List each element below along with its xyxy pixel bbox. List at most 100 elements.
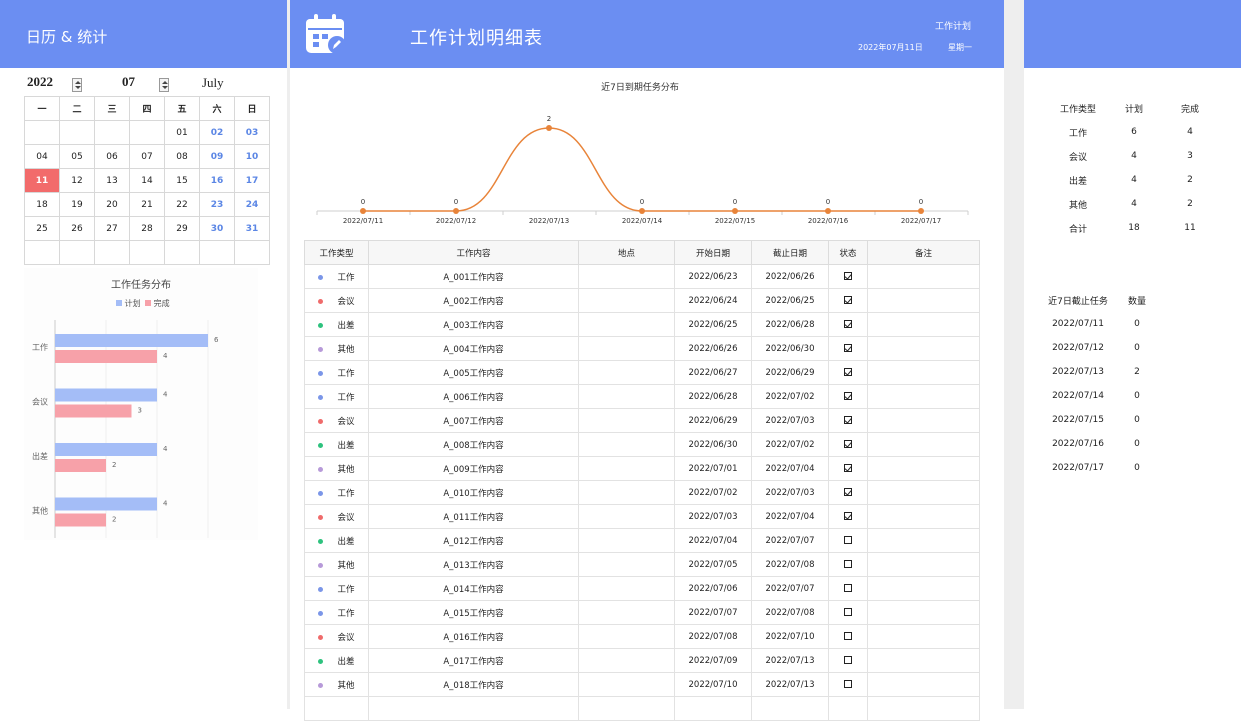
calendar-day[interactable]: 03 [234, 120, 270, 145]
status-checkbox[interactable] [844, 488, 852, 496]
calendar-day[interactable]: 20 [94, 192, 130, 217]
status-checkbox[interactable] [844, 680, 852, 688]
status-checkbox[interactable] [844, 656, 852, 664]
status-cell [828, 624, 868, 649]
calendar-day[interactable]: 15 [164, 168, 200, 193]
status-checkbox[interactable] [844, 632, 852, 640]
note-cell[interactable] [867, 264, 980, 289]
calendar-day[interactable]: 22 [164, 192, 200, 217]
calendar-day[interactable]: 14 [129, 168, 165, 193]
calendar-day[interactable]: 13 [94, 168, 130, 193]
calendar-day[interactable]: 24 [234, 192, 270, 217]
table-row[interactable]: 会议 A_007工作内容 2022/06/29 2022/07/03 [304, 408, 980, 433]
note-cell[interactable] [867, 600, 980, 625]
table-row[interactable]: 出差 A_017工作内容 2022/07/09 2022/07/13 [304, 648, 980, 673]
table-row[interactable]: 其他 A_013工作内容 2022/07/05 2022/07/08 [304, 552, 980, 577]
table-row[interactable]: 工作 A_006工作内容 2022/06/28 2022/07/02 [304, 384, 980, 409]
calendar-day[interactable]: 28 [129, 216, 165, 241]
stats-cell: 会议 [1068, 152, 1087, 163]
type-dot-icon [318, 490, 324, 496]
calendar-day[interactable]: 05 [59, 144, 95, 169]
status-checkbox[interactable] [844, 416, 852, 424]
calendar-day[interactable]: 09 [199, 144, 235, 169]
calendar-day[interactable]: 10 [234, 144, 270, 169]
table-row[interactable]: 工作 A_015工作内容 2022/07/07 2022/07/08 [304, 600, 980, 625]
calendar-day[interactable]: 16 [199, 168, 235, 193]
calendar-day[interactable]: 11 [24, 168, 60, 193]
calendar-day[interactable]: 18 [24, 192, 60, 217]
table-row[interactable]: 会议 A_016工作内容 2022/07/08 2022/07/10 [304, 624, 980, 649]
note-cell[interactable] [867, 312, 980, 337]
table-row[interactable]: 出差 A_003工作内容 2022/06/25 2022/06/28 [304, 312, 980, 337]
status-checkbox[interactable] [844, 512, 852, 520]
note-cell[interactable] [867, 336, 980, 361]
status-checkbox[interactable] [844, 584, 852, 592]
month-spinner[interactable] [159, 77, 170, 92]
note-cell[interactable] [867, 384, 980, 409]
table-row[interactable]: 其他 A_004工作内容 2022/06/26 2022/06/30 [304, 336, 980, 361]
note-cell[interactable] [867, 528, 980, 553]
calendar-day[interactable]: 31 [234, 216, 270, 241]
note-cell[interactable] [867, 360, 980, 385]
calendar-grid: 一二三四五六日 01 02 03 04 05 06 07 08 09 10 11 12 13 14 15 16 1… [24, 96, 270, 265]
table-row[interactable]: 工作 A_010工作内容 2022/07/02 2022/07/03 [304, 480, 980, 505]
calendar-day[interactable]: 07 [129, 144, 165, 169]
status-checkbox[interactable] [844, 368, 852, 376]
column-header: 工作内容 [368, 240, 579, 265]
status-checkbox[interactable] [844, 536, 852, 544]
calendar-day[interactable]: 08 [164, 144, 200, 169]
calendar-day[interactable]: 17 [234, 168, 270, 193]
status-checkbox[interactable] [844, 296, 852, 304]
note-cell[interactable] [867, 432, 980, 457]
calendar-day[interactable]: 01 [164, 120, 200, 145]
status-checkbox[interactable] [844, 272, 852, 280]
calendar-empty-cell [199, 240, 235, 265]
year-value: 2022 [27, 74, 53, 89]
status-checkbox[interactable] [844, 440, 852, 448]
calendar-day[interactable]: 29 [164, 216, 200, 241]
calendar-day[interactable]: 25 [24, 216, 60, 241]
calendar-day[interactable]: 02 [199, 120, 235, 145]
table-row[interactable]: 出差 A_012工作内容 2022/07/04 2022/07/07 [304, 528, 980, 553]
status-cell [828, 552, 868, 577]
status-checkbox[interactable] [844, 464, 852, 472]
type-dot-icon [318, 370, 324, 376]
status-checkbox[interactable] [844, 344, 852, 352]
end-date-cell: 2022/07/13 [751, 648, 829, 673]
table-row[interactable]: 其他 A_009工作内容 2022/07/01 2022/07/04 [304, 456, 980, 481]
note-cell[interactable] [867, 576, 980, 601]
table-row[interactable]: 其他 A_018工作内容 2022/07/10 2022/07/13 [304, 672, 980, 697]
note-cell[interactable] [867, 648, 980, 673]
table-row[interactable]: 工作 A_005工作内容 2022/06/27 2022/06/29 [304, 360, 980, 385]
table-row[interactable]: 会议 A_011工作内容 2022/07/03 2022/07/04 [304, 504, 980, 529]
calendar-day[interactable]: 26 [59, 216, 95, 241]
calendar-day[interactable]: 04 [24, 144, 60, 169]
table-row[interactable]: 工作 A_014工作内容 2022/07/06 2022/07/07 [304, 576, 980, 601]
calendar-day[interactable]: 30 [199, 216, 235, 241]
note-cell[interactable] [867, 480, 980, 505]
note-cell[interactable] [867, 288, 980, 313]
calendar-day[interactable]: 27 [94, 216, 130, 241]
status-checkbox[interactable] [844, 320, 852, 328]
year-spinner[interactable] [72, 77, 82, 92]
note-cell[interactable] [867, 456, 980, 481]
status-checkbox[interactable] [844, 608, 852, 616]
due-point-label: 0 [826, 198, 830, 206]
note-cell[interactable] [867, 672, 980, 697]
calendar-day[interactable]: 21 [129, 192, 165, 217]
note-cell[interactable] [867, 624, 980, 649]
note-cell[interactable] [867, 552, 980, 577]
table-row[interactable]: 出差 A_008工作内容 2022/06/30 2022/07/02 [304, 432, 980, 457]
status-checkbox[interactable] [844, 560, 852, 568]
note-cell[interactable] [867, 504, 980, 529]
calendar-day[interactable]: 23 [199, 192, 235, 217]
calendar-day[interactable]: 06 [94, 144, 130, 169]
note-cell[interactable] [867, 408, 980, 433]
calendar-day[interactable]: 19 [59, 192, 95, 217]
table-row[interactable]: 工作 A_001工作内容 2022/06/23 2022/06/26 [304, 264, 980, 289]
calendar-day[interactable]: 12 [59, 168, 95, 193]
table-row[interactable]: 会议 A_002工作内容 2022/06/24 2022/06/25 [304, 288, 980, 313]
status-cell [828, 576, 868, 601]
location-cell [578, 336, 675, 361]
status-checkbox[interactable] [844, 392, 852, 400]
